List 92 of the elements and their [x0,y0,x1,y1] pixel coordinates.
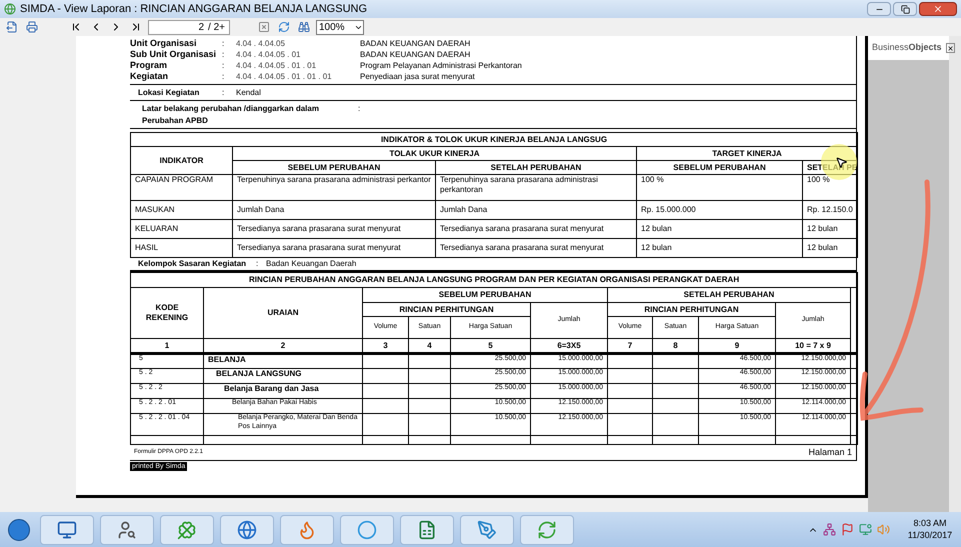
clover-icon[interactable] [160,514,214,544]
table-cell: CAPAIAN PROGRAM [130,174,232,200]
flame-icon[interactable] [280,514,334,544]
column-number: 1 [130,338,204,354]
monitor-icon[interactable] [40,514,94,544]
table-cell: Rp. 15.000.000 [636,200,802,220]
close-button[interactable] [919,2,957,16]
page-number: Halaman 1 [808,446,852,458]
scrollbar[interactable] [949,36,961,512]
businessobjects-logo: BusinessObjects [872,41,942,54]
table-cell: Tersedianya sarana prasarana surat menyurat [436,220,636,238]
refresh-icon[interactable] [278,21,290,33]
field-code: 4.04 . 4.04.05 [236,38,286,48]
table-cell: Rp. 12.150.0 [802,200,858,220]
table-cell: Tersedianya sarana prasarana surat menyurat [232,238,436,258]
spreadsheet-icon[interactable] [400,514,454,544]
export-icon[interactable] [6,21,18,33]
field-value: BADAN KEUANGAN DAERAH [360,38,470,48]
separator: : [222,38,226,48]
refresh-icon[interactable] [520,514,574,544]
column-header: RINCIAN PERHITUNGAN [362,302,530,316]
binoculars-icon[interactable] [298,21,310,33]
table-cell: Jumlah Dana [232,200,436,220]
table-cell: 12 bulan [636,238,802,258]
field-code: 4.04 . 4.04.05 . 01 [236,50,302,60]
column-header: SETELAH PERUBAHAN [608,288,850,302]
field-label: Kegiatan [130,70,170,82]
globe-icon[interactable] [220,514,274,544]
field-label: Kelompok Sasaran Kegiatan [138,259,248,269]
network-icon[interactable] [823,523,836,536]
field-code: 4.04 . 4.04.05 . 01 . 01 . 01 [236,72,333,82]
field-label: Sub Unit Organisasi [130,48,218,60]
zoom-select[interactable]: 100% [316,20,364,34]
clock-time: 8:03 AM [913,518,947,530]
column-header: URAIAN [204,288,362,338]
column-header: SEBELUM PERUBAHAN [232,160,436,174]
table-cell: 100 % [636,174,802,200]
flag-icon[interactable] [841,523,854,536]
field-label: Latar belakang perubahan /dianggarkan dalam [142,104,320,114]
separator: : [222,60,226,70]
table-cell: 12 bulan [636,220,802,238]
restore-button[interactable] [893,2,917,16]
close-icon [933,4,943,14]
column-header: SEBELUM PERUBAHAN [362,288,608,302]
field-value: Kendal [236,88,261,98]
separator: : [358,104,360,114]
table-cell: BELANJA [204,354,362,368]
column-header: RINCIAN PERHITUNGAN [608,302,776,316]
separator: : [222,50,226,60]
table-cell: HASIL [130,238,232,258]
page-field[interactable]: 2 / 2+ [148,20,230,34]
restore-icon [900,4,910,14]
table-cell: 12 bulan [802,220,858,238]
clock-date: 11/30/2017 [908,530,952,541]
field-label: Program [130,60,168,72]
stop-icon[interactable] [258,21,270,33]
column-header: SETELAH PERUBAHAN [436,160,636,174]
field-value: Program Pelayanan Administrasi Perkantoran [360,60,522,70]
separator: : [222,88,226,98]
field-value: Badan Keuangan Daerah [266,259,356,269]
column-header: INDIKATOR [130,146,232,174]
table-title: INDIKATOR & TOLOK UKUR KINERJA BELANJA LANGSUG [130,132,858,146]
table-cell: Terpenuhinya sarana prasarana administrasi perkantor [232,174,436,200]
last-page-icon[interactable] [130,21,142,33]
table-cell: Terpenuhinya sarana prasarana administrasi perkantoran [436,174,636,200]
field-label: Unit Organisasi [130,38,198,50]
field-label: Lokasi Kegiatan [138,88,200,98]
print-icon[interactable] [26,21,38,33]
first-page-icon[interactable] [70,21,82,33]
table-cell: Tersedianya sarana prasarana surat menyurat [232,220,436,238]
table-cell: Belanja Barang dan Jasa [204,384,362,398]
field-value: BADAN KEUANGAN DAERAH [360,50,470,60]
app-icon [4,3,16,15]
separator: : [222,72,226,82]
monitor-icon[interactable] [859,523,872,536]
field-code: 4.04 . 4.04.05 . 01 . 01 [236,60,318,70]
table-cell: Tersedianya sarana prasarana surat menyurat [436,238,636,258]
field-label: Perubahan APBD [142,116,209,126]
pen-icon[interactable] [460,514,514,544]
column-header: KODE REKENING [130,288,204,338]
person-search-icon[interactable] [100,514,154,544]
field-value: Penyediaan jasa surat menyurat [360,72,475,82]
table-cell: MASUKAN [130,200,232,220]
table-cell: 12 bulan [802,238,858,258]
column-header: TOLAK UKUR KINERJA [232,146,636,160]
window-title: SIMDA - View Laporan : RINCIAN ANGGARAN BELANJA LANGSUNG [20,2,368,17]
separator: : [256,259,260,269]
column-header: SEBELUM PERUBAHAN [636,160,802,174]
table-cell: BELANJA LANGSUNG [204,368,362,384]
table-title: RINCIAN PERUBAHAN ANGGARAN BELANJA LANGSUNG PROGRAM DAN PER KEGIATAN ORGANISASI PERANGKAT DAERAH [130,272,858,288]
table-cell: Jumlah Dana [436,200,636,220]
table-cell: KELUARAN [130,220,232,238]
